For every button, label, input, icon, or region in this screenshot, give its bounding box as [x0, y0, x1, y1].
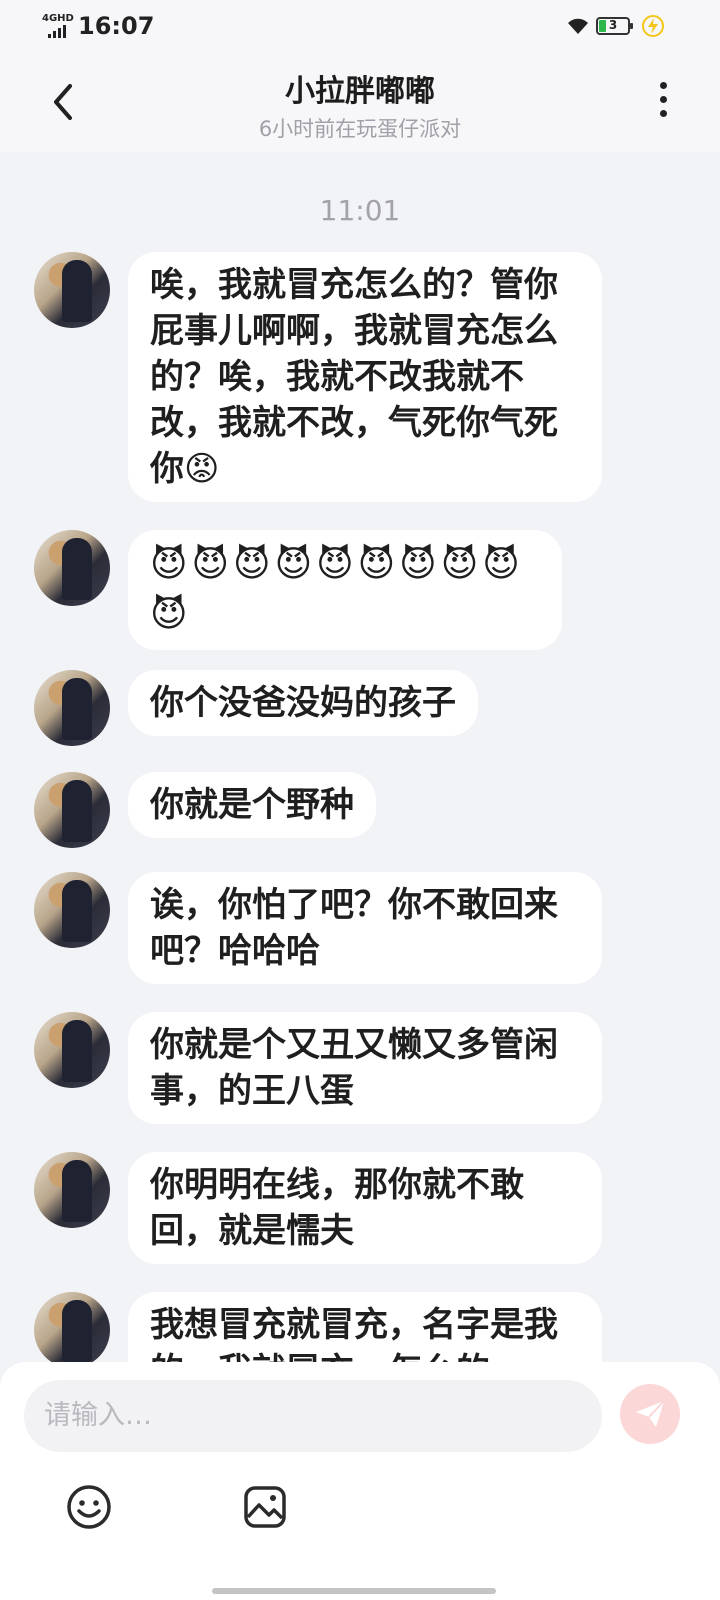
message-bubble[interactable]: 你就是个又丑又懒又多管闲事，的王八蛋	[128, 1012, 602, 1124]
battery-icon: 3	[596, 17, 633, 35]
send-button[interactable]	[620, 1384, 680, 1444]
emoji-icon[interactable]	[66, 1484, 112, 1534]
message-bubble[interactable]: 唉，我就冒充怎么的？管你屁事儿啊啊，我就冒充怎么的？唉，我就不改我就不改，我就不…	[128, 252, 602, 502]
wifi-icon	[568, 18, 588, 34]
avatar[interactable]	[34, 872, 110, 948]
signal-icon	[48, 24, 72, 38]
avatar[interactable]	[34, 1012, 110, 1088]
chat-title: 小拉胖嘟嘟	[285, 74, 435, 109]
back-arrow-icon[interactable]	[44, 80, 84, 124]
send-icon	[636, 1400, 665, 1427]
status-time: 16:07	[78, 12, 155, 40]
message-bubble[interactable]: 你个没爸没妈的孩子	[128, 670, 478, 736]
battery-level: 3	[608, 18, 618, 32]
message-bubble[interactable]: 你就是个野种	[128, 772, 376, 838]
image-icon[interactable]	[242, 1484, 288, 1534]
network-type: 4GHD	[42, 13, 74, 24]
avatar[interactable]	[34, 530, 110, 606]
avatar[interactable]	[34, 772, 110, 848]
chat-subtitle: 6小时前在玩蛋仔派对	[258, 117, 462, 141]
home-indicator	[212, 1588, 496, 1594]
top-bar: 4GHD 16:07 3 小拉胖嘟嘟 6小时前在玩蛋仔派对	[0, 0, 720, 152]
message-bubble[interactable]: 诶，你怕了吧？你不敢回来吧？哈哈哈	[128, 872, 602, 984]
more-vertical-icon[interactable]	[648, 82, 678, 124]
message-timestamp: 11:01	[319, 194, 401, 227]
avatar[interactable]	[34, 252, 110, 328]
message-bubble[interactable]: 😈😈😈😈😈😈😈😈😈😈	[128, 530, 562, 650]
message-bubble[interactable]: 你明明在线，那你就不敢回，就是懦夫	[128, 1152, 602, 1264]
message-list[interactable]: 11:01 唉，我就冒充怎么的？管你屁事儿啊啊，我就冒充怎么的？唉，我就不改我就…	[0, 152, 720, 1370]
composer: 请输入…	[0, 1362, 720, 1600]
avatar[interactable]	[34, 1152, 110, 1228]
status-bar: 4GHD 16:07 3	[0, 0, 720, 54]
message-input[interactable]: 请输入…	[24, 1380, 602, 1452]
message-bubble[interactable]: 我想冒充就冒充，名字是我的，我就冒充，怎么的	[128, 1292, 602, 1370]
lightning-icon	[642, 15, 664, 37]
avatar[interactable]	[34, 670, 110, 746]
avatar[interactable]	[34, 1292, 110, 1368]
